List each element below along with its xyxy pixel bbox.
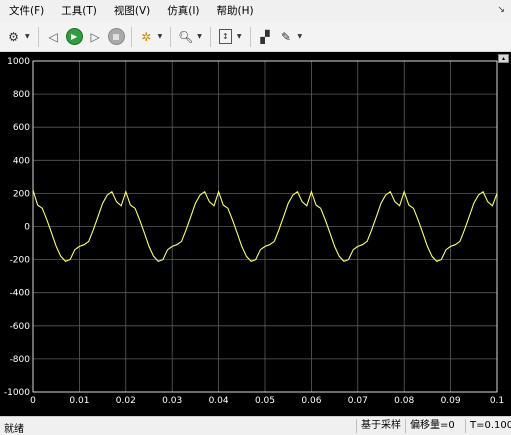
x-tick-label: 0.03 [162,396,182,406]
y-tick-label: -400 [10,289,31,299]
y-tick-label: 800 [13,90,30,100]
x-tick-label: 0.01 [69,396,89,406]
x-tick-label: 0.09 [441,396,461,406]
autoscale-icon: ↕ [218,29,232,44]
settings-dropdown-icon[interactable]: ▼ [25,33,30,40]
play-icon: ▶ [65,28,83,45]
x-tick-label: 0.06 [301,396,321,406]
status-time: T=0.100 [465,419,511,433]
stop-button[interactable] [107,27,126,46]
menu-bar: 文件(F) 工具(T) 视图(V) 仿真(I) 帮助(H) ↘ [0,0,511,22]
corner-arrow-icon[interactable]: ↘ [497,5,505,15]
x-tick-label: 0.02 [116,396,136,406]
status-offset: 偏移量=0 [405,419,455,433]
status-ready: 就绪 [4,424,24,435]
autoscale-button[interactable]: ↕ [216,27,235,46]
status-bar: 就绪 基于采样 偏移量=0 T=0.100 [0,416,511,435]
x-tick-label: 0.05 [255,396,275,406]
toolbar-separator [249,26,251,47]
edit-button[interactable]: ✎ [277,27,296,46]
menu-simulation[interactable]: 仿真(I) [159,0,208,22]
step-back-icon: ◁ [48,29,58,44]
x-tick-label: 0 [30,396,36,406]
style-icon: ▞ [260,29,270,44]
y-tick-label: -200 [10,256,31,266]
toolbar-separator [209,26,211,47]
x-tick-label: 0.1 [490,396,504,406]
settings-button[interactable]: ⚙ [4,27,23,46]
y-tick-label: -800 [10,355,31,365]
zoom-dropdown-icon[interactable]: ▼ [197,33,202,40]
x-tick-label: 0.07 [348,396,368,406]
pencil-icon: ✎ [280,29,292,44]
toolbar-separator [37,26,39,47]
toolbar: ⚙ ▼ ◁ ▶ ▷ ✲ ▼ 🔍︎ ▼ ↕ ▼ ▞ ✎ ▼ [0,22,511,52]
expand-icon[interactable]: ▴ [498,54,509,63]
step-back-button[interactable]: ◁ [44,27,63,46]
highlight-dropdown-icon[interactable]: ▼ [158,33,163,40]
run-button[interactable]: ▶ [65,27,84,46]
menu-file[interactable]: 文件(F) [0,0,53,22]
x-tick-label: 0.08 [394,396,414,406]
style-button[interactable]: ▞ [256,27,275,46]
step-forward-icon: ▷ [90,29,100,44]
y-tick-label: 1000 [7,57,30,67]
toolbar-separator [170,26,172,47]
stop-icon [107,28,125,45]
gear-icon: ⚙ [8,29,19,44]
menu-tools[interactable]: 工具(T) [53,0,106,22]
x-tick-label: 0.04 [209,396,229,406]
autoscale-dropdown-icon[interactable]: ▼ [237,33,242,40]
zoom-button[interactable]: 🔍︎ [176,27,195,46]
y-tick-label: 200 [13,189,30,199]
y-tick-label: -600 [10,322,31,332]
y-tick-label: 0 [24,223,30,233]
y-tick-label: 400 [13,156,30,166]
status-sample-mode: 基于采样 [356,419,401,433]
menu-help[interactable]: 帮助(H) [209,0,263,22]
y-tick-label: -1000 [4,388,30,398]
scope-plot[interactable]: -1000 -800 -600 -400 -200 0 200 400 600 800 1000 0 0… [0,52,511,416]
zoom-icon: 🔍︎ [178,29,194,44]
step-forward-button[interactable]: ▷ [86,27,105,46]
highlight-button[interactable]: ✲ [137,27,156,46]
scope-chart: -1000 -800 -600 -400 -200 0 200 400 600 800 1000 0 0… [4,57,504,406]
toolbar-separator [130,26,132,47]
edit-dropdown-icon[interactable]: ▼ [298,33,303,40]
highlight-icon: ✲ [141,29,152,44]
y-tick-label: 600 [13,123,30,133]
menu-view[interactable]: 视图(V) [106,0,159,22]
